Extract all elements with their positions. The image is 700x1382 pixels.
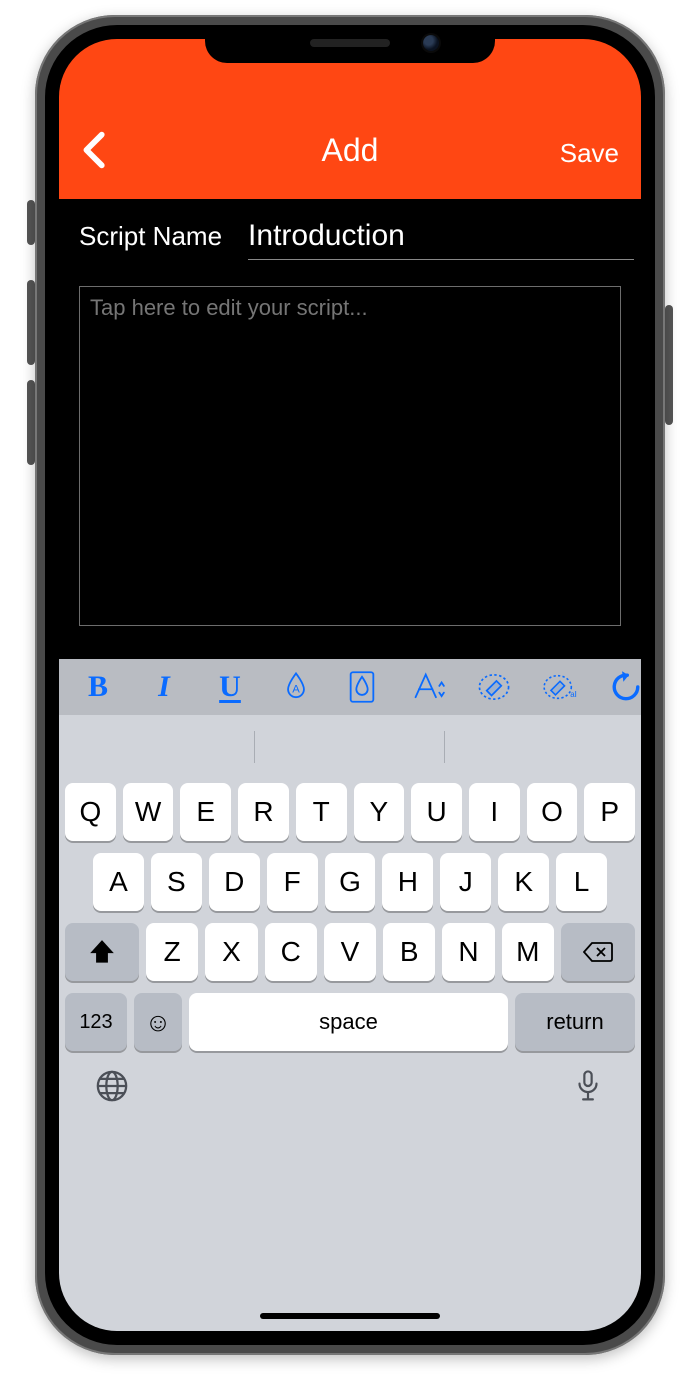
svg-text:A: A (292, 684, 300, 696)
script-name-input[interactable] (248, 217, 634, 260)
key-x[interactable]: X (205, 923, 257, 981)
key-e[interactable]: E (180, 783, 231, 841)
keyboard-row-4: 123 ☺ space return (65, 993, 635, 1051)
keyboard-suggestion-1[interactable] (65, 721, 255, 773)
undo-icon (609, 670, 641, 704)
key-s[interactable]: S (151, 853, 202, 911)
key-d[interactable]: D (209, 853, 260, 911)
phone-volume-up (27, 280, 35, 365)
bold-button[interactable]: B (81, 670, 115, 704)
key-a[interactable]: A (93, 853, 144, 911)
svg-text:all: all (570, 690, 577, 699)
phone-power-button (665, 305, 673, 425)
highlight-color-button[interactable] (345, 670, 379, 704)
key-h[interactable]: H (382, 853, 433, 911)
key-z[interactable]: Z (146, 923, 198, 981)
space-key[interactable]: space (189, 993, 508, 1051)
droplet-boxed-icon (345, 670, 379, 704)
phone-bezel: Add Save Script Name B I U A (35, 15, 665, 1355)
eraser-all-icon: all (543, 670, 577, 704)
keyboard-row-2: A S D F G H J K L (65, 853, 635, 911)
key-n[interactable]: N (442, 923, 494, 981)
keyboard-suggestion-2[interactable] (255, 721, 445, 773)
font-size-icon (411, 670, 445, 704)
backspace-icon (583, 939, 613, 965)
script-form: Script Name (59, 199, 641, 659)
key-v[interactable]: V (324, 923, 376, 981)
keyboard-suggestion-3[interactable] (445, 721, 635, 773)
save-button[interactable]: Save (560, 138, 619, 169)
key-u[interactable]: U (411, 783, 462, 841)
key-y[interactable]: Y (354, 783, 405, 841)
format-toolbar: B I U A (59, 659, 641, 715)
phone-notch (205, 25, 495, 63)
emoji-key[interactable]: ☺ (134, 993, 182, 1051)
mic-icon (571, 1069, 605, 1103)
shift-key[interactable] (65, 923, 139, 981)
keyboard-footer (65, 1059, 635, 1130)
key-k[interactable]: K (498, 853, 549, 911)
italic-button[interactable]: I (147, 670, 181, 704)
clear-format-button[interactable] (477, 670, 511, 704)
numeric-key[interactable]: 123 (65, 993, 127, 1051)
key-f[interactable]: F (267, 853, 318, 911)
script-name-label: Script Name (79, 221, 222, 252)
return-key[interactable]: return (515, 993, 635, 1051)
globe-key[interactable] (95, 1069, 129, 1108)
key-m[interactable]: M (502, 923, 554, 981)
key-b[interactable]: B (383, 923, 435, 981)
key-r[interactable]: R (238, 783, 289, 841)
eraser-icon (477, 670, 511, 704)
key-c[interactable]: C (265, 923, 317, 981)
key-w[interactable]: W (123, 783, 174, 841)
shift-icon (87, 939, 117, 965)
emoji-icon: ☺ (145, 1007, 172, 1038)
key-g[interactable]: G (325, 853, 376, 911)
app-screen: Add Save Script Name B I U A (59, 39, 641, 1331)
droplet-outline-icon: A (279, 670, 313, 704)
script-name-row: Script Name (79, 217, 621, 260)
onscreen-keyboard: Q W E R T Y U I O P A S D F G H J K L (59, 715, 641, 1331)
page-title: Add (59, 132, 641, 169)
key-t[interactable]: T (296, 783, 347, 841)
key-q[interactable]: Q (65, 783, 116, 841)
undo-button[interactable] (609, 670, 641, 704)
phone-speaker (310, 39, 390, 47)
phone-bezel-inner: Add Save Script Name B I U A (45, 25, 655, 1345)
keyboard-row-1: Q W E R T Y U I O P (65, 783, 635, 841)
key-o[interactable]: O (527, 783, 578, 841)
globe-icon (95, 1069, 129, 1103)
keyboard-suggestion-bar (65, 721, 635, 773)
phone-volume-down (27, 380, 35, 465)
dictation-key[interactable] (571, 1069, 605, 1108)
key-j[interactable]: J (440, 853, 491, 911)
backspace-key[interactable] (561, 923, 635, 981)
phone-silence-switch (27, 200, 35, 245)
home-indicator[interactable] (260, 1313, 440, 1319)
text-color-button[interactable]: A (279, 670, 313, 704)
phone-camera-icon (423, 35, 439, 51)
key-i[interactable]: I (469, 783, 520, 841)
underline-button[interactable]: U (213, 670, 247, 704)
font-size-button[interactable] (411, 670, 445, 704)
key-l[interactable]: L (556, 853, 607, 911)
script-body-textarea[interactable] (79, 286, 621, 626)
keyboard-row-3: Z X C V B N M (65, 923, 635, 981)
app-header: Add Save (59, 39, 641, 199)
clear-all-button[interactable]: all (543, 670, 577, 704)
key-p[interactable]: P (584, 783, 635, 841)
